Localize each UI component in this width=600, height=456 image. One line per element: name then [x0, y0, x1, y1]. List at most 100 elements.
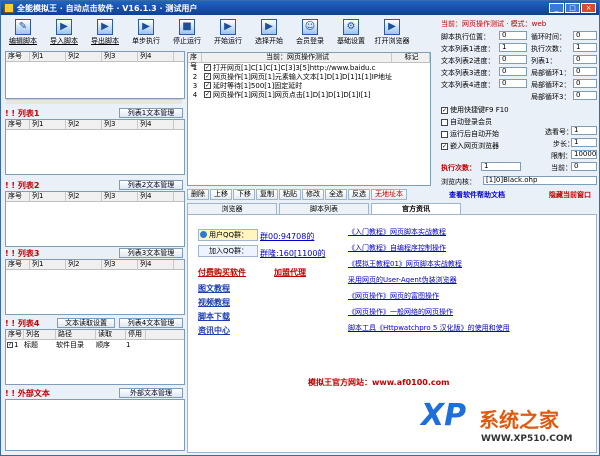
list4-grid[interactable]: 序号 列名 路径 读取 停用 ✓ 1 标题 软件目录 顺序 1 [5, 329, 185, 385]
guide-link[interactable]: 资讯中心 [198, 325, 230, 336]
checkbox-box[interactable]: ✓ [441, 142, 448, 150]
text-manage-button[interactable]: 列表2文本管理 [119, 180, 183, 190]
toolbar-button-0[interactable]: ✎ 编辑脚本 [3, 17, 43, 51]
script-tool-1[interactable]: 上移 [210, 189, 232, 200]
option-checkbox[interactable]: 自动登录会员 [441, 117, 492, 127]
toolbar-button-3[interactable]: ▶ 单步执行 [126, 17, 166, 51]
toolbar-button-2[interactable]: ▶ 导出脚本 [85, 17, 125, 51]
field-value[interactable]: 1 [573, 43, 597, 52]
toolbar-button-7[interactable]: ☺ 会员登录 [290, 17, 330, 51]
option-checkbox[interactable]: ✓ 嵌入网页浏览器 [441, 141, 499, 151]
section-title: ! ! 列表3 [5, 248, 40, 258]
toolbar-button-5[interactable]: ▶ 开始运行 [208, 17, 248, 51]
limit-input[interactable]: 10000 [571, 150, 597, 159]
field-value[interactable]: 0 [573, 55, 597, 64]
text-manage-button[interactable]: 列表3文本管理 [119, 248, 183, 258]
field-value[interactable]: 0 [499, 79, 527, 88]
toolbar-button-9[interactable]: ▶ 打开浏览器 [372, 17, 412, 51]
row-checkbox[interactable]: ✓ [7, 341, 13, 348]
list4-row[interactable]: ✓ 1 标题 软件目录 顺序 1 [6, 340, 184, 349]
script-tool-0[interactable]: 删除 [187, 189, 209, 200]
toolbar-button-6[interactable]: ▶ 选择开始 [249, 17, 289, 51]
qq-group-2[interactable]: 群隆:160[1100的 [260, 248, 325, 259]
section-list1: ! ! 列表1 列表1文本管理 [5, 107, 185, 119]
checkbox-box[interactable] [441, 118, 448, 126]
qq-icon [200, 231, 207, 238]
list2-header: 序号 列1 列2 列3 列4 [6, 192, 184, 202]
help-doc-link[interactable]: 查看软件帮助文档 [449, 190, 505, 200]
toolbar-button-1[interactable]: ▶ 导入脚本 [44, 17, 84, 51]
guide-link[interactable]: 图文教程 [198, 283, 230, 294]
sel-input[interactable]: 1 [571, 126, 597, 135]
script-tool-7[interactable]: 反选 [348, 189, 370, 200]
script-tool-6[interactable]: 全选 [325, 189, 347, 200]
news-link[interactable]: 《网页操作》网页的富图操作 [348, 291, 439, 301]
toolbar-button-4[interactable]: ■ 停止运行 [167, 17, 207, 51]
guide-link[interactable]: 视频教程 [198, 297, 230, 308]
user-login-icon: ☺ [302, 19, 318, 35]
qq-group-button[interactable]: 用户QQ群： [198, 229, 258, 241]
field-value[interactable]: 0 [573, 67, 597, 76]
top-grid[interactable]: 序号 列1 列2 列3 列4 [5, 51, 185, 99]
row-checkbox[interactable]: ✓ [204, 64, 211, 71]
news-link[interactable]: 《网页操作》一般网络的网页操作 [348, 307, 453, 317]
external-text-box[interactable] [5, 399, 185, 451]
checkbox-box[interactable] [441, 130, 448, 138]
h-scrollbar[interactable] [6, 99, 182, 104]
field-value[interactable]: 0 [573, 31, 597, 40]
field-value[interactable]: 1 [499, 43, 527, 52]
script-tool-2[interactable]: 下移 [233, 189, 255, 200]
agent-link[interactable]: 加盟代理 [274, 267, 306, 278]
field-value[interactable]: 0 [499, 67, 527, 76]
text-manage-button[interactable]: 列表1文本管理 [119, 108, 183, 118]
field-value[interactable]: 0 [499, 55, 527, 64]
qq-group-1[interactable]: 群00:94708的 [260, 231, 314, 242]
news-link[interactable]: 采用网页的User-Agent伪装浏览器 [348, 275, 457, 285]
row-stop: 1 [126, 340, 131, 349]
join-qq-button[interactable]: 加入QQ群： [198, 245, 258, 257]
list3-grid[interactable]: 序号 列1 列2 列3 列4 [5, 259, 185, 315]
exec-count-input[interactable]: 1 [481, 162, 521, 171]
row-checkbox[interactable]: ✓ [204, 82, 211, 89]
hide-window-link[interactable]: 隐藏当前窗口 [549, 190, 591, 200]
list2-grid[interactable]: 序号 列1 列2 列3 列4 [5, 191, 185, 247]
stop-icon: ■ [179, 19, 195, 35]
toolbar-button-8[interactable]: ⚙ 基础设置 [331, 17, 371, 51]
section-title: ! ! 列表1 [5, 108, 40, 118]
maximize-button[interactable]: □ [565, 3, 580, 13]
news-link[interactable]: 脚本工具《Httpwatchpro 5 汉化版》的使用和使用 [348, 323, 510, 333]
news-link[interactable]: 《入门教程》自编程序控制操作 [348, 243, 446, 253]
step-input[interactable]: 1 [571, 138, 597, 147]
row-name: 标题 [24, 340, 38, 349]
row-checkbox[interactable]: ✓ [204, 73, 211, 80]
guide-link[interactable]: 脚本下载 [198, 311, 230, 322]
row-checkbox[interactable]: ✓ [204, 91, 211, 98]
option-checkbox[interactable]: 运行后自动开始 [441, 129, 499, 139]
script-row[interactable]: 4 ✓ 网页操作[1]网页[1]网页点击[1]D[1]D[1]D[1]I[1] [188, 90, 430, 99]
buy-software-link[interactable]: 付费购买软件 [198, 267, 246, 278]
browser-kernel-select[interactable]: [1]0]Black.ohp [483, 176, 597, 185]
script-tool-4[interactable]: 粘贴 [279, 189, 301, 200]
list1-grid[interactable]: 序号 列1 列2 列3 列4 [5, 119, 185, 175]
text-manage-button[interactable]: 外部文本管理 [119, 388, 183, 398]
field-value[interactable]: 0 [573, 91, 597, 100]
script-tool-8[interactable]: 无地址本 [371, 189, 407, 200]
checkbox-box[interactable]: ✓ [441, 106, 448, 114]
script-tool-3[interactable]: 复制 [256, 189, 278, 200]
export-icon: ▶ [97, 19, 113, 35]
top-grid-header: 序号 列1 列2 列3 列4 [6, 52, 184, 62]
text-manage-button[interactable]: 列表4文本管理 [119, 318, 183, 328]
option-checkbox[interactable]: ✓ 使用快捷键F9 F10 [441, 105, 509, 115]
script-table[interactable]: 序号 当前：网页操作测试 标记 1 ✓ 打开网页[1]C[1]C[1]C[3]3[5… [187, 52, 431, 186]
title-bar: 全能模拟王 · 自动点击软件 · V16.1.3 · 测试用户 _ □ × [1, 1, 599, 15]
news-link[interactable]: 《模拟王教程01》网页脚本实战教程 [348, 259, 462, 269]
current-input[interactable]: 0 [571, 162, 597, 171]
news-link[interactable]: 《入门教程》网页脚本实战教程 [348, 227, 446, 237]
close-button[interactable]: × [581, 3, 596, 13]
minimize-button[interactable]: _ [549, 3, 564, 13]
field-value[interactable]: 0 [573, 79, 597, 88]
script-tool-5[interactable]: 修改 [302, 189, 324, 200]
current-script-label: 当前：网页操作测试 · 模式：web [441, 20, 547, 28]
text-read-settings-button[interactable]: 文本读取设置 [57, 318, 115, 328]
field-value[interactable]: 0 [499, 31, 527, 40]
